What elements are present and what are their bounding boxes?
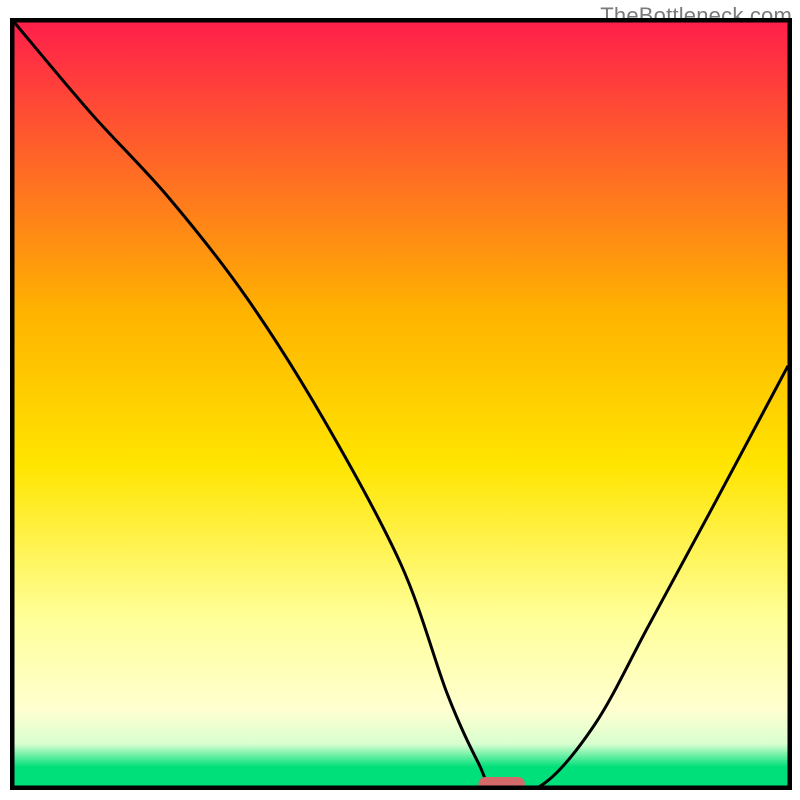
plot-area [10, 18, 792, 790]
gradient-background [14, 22, 788, 786]
plot-svg [10, 18, 792, 790]
chart-stage: TheBottleneck.com [0, 0, 800, 800]
